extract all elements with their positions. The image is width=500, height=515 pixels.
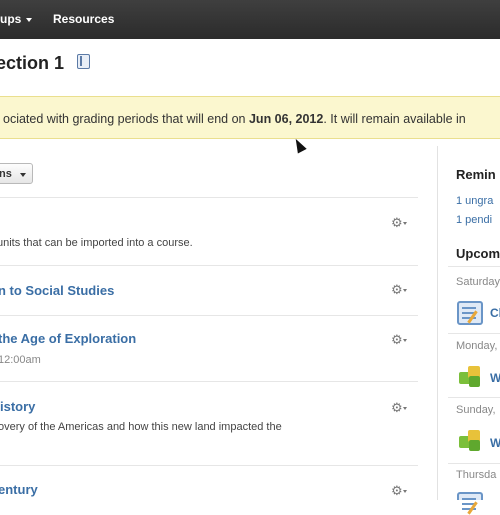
reminder-link[interactable]: 1 ungra [456,195,493,207]
grading-period-notice: ociated with grading periods that will e… [0,96,500,139]
notice-prefix: ociated with grading periods that will e… [3,112,249,126]
calendar-icon[interactable] [457,301,483,325]
calendar-icon[interactable] [457,492,483,500]
gear-icon[interactable]: ⚙ [391,217,409,229]
reminder-link[interactable]: 1 pendi [456,214,492,226]
upcoming-item-link[interactable]: W [490,436,500,450]
row-divider [0,315,418,316]
sidebar-divider [448,397,500,398]
row-divider [0,465,418,466]
options-dropdown-button[interactable]: ns [0,163,33,184]
chevron-down-icon [20,173,26,177]
gear-icon[interactable]: ⚙ [391,402,409,414]
reminders-heading: Remin [456,167,496,182]
row-divider [0,197,418,198]
notice-text: ociated with grading periods that will e… [3,112,466,126]
upcoming-item-link[interactable]: W [490,371,500,385]
item-title-link[interactable]: n to Social Studies [0,283,114,298]
notice-suffix: . It will remain available in [323,112,465,126]
puzzle-icon[interactable] [457,428,483,454]
upcoming-day-label: Thursda [456,469,496,481]
item-title-link[interactable]: entury [0,482,38,497]
item-description: overy of the Americas and how this new l… [0,421,282,433]
gear-icon[interactable]: ⚙ [391,284,409,296]
row-divider [0,265,418,266]
page-title: ection 1 [0,53,64,74]
column-divider [437,146,438,500]
nav-groups-menu[interactable]: ups [0,12,32,26]
item-title-link[interactable]: istory [0,399,35,414]
sidebar-divider [448,333,500,334]
puzzle-icon[interactable] [457,364,483,390]
item-due-time: 12:00am [0,354,41,366]
gear-icon[interactable]: ⚙ [391,485,409,497]
upcoming-day-label: Monday, [456,340,497,352]
top-navigation-bar: ups Resources [0,0,500,39]
upcoming-heading: Upcom [456,246,500,261]
options-button-label: ns [0,168,12,180]
item-description: units that can be imported into a course… [0,237,193,249]
sidebar-divider [448,463,500,464]
upcoming-day-label: Sunday, [456,404,496,416]
item-title-link[interactable]: the Age of Exploration [0,331,136,346]
sidebar-divider [448,266,500,267]
row-divider [0,381,418,382]
chevron-down-icon [26,18,32,22]
nav-resources-link[interactable]: Resources [53,12,114,26]
nav-groups-label: ups [0,12,21,26]
gear-icon[interactable]: ⚙ [391,334,409,346]
book-icon[interactable] [77,54,90,69]
notice-date: Jun 06, 2012 [249,112,323,126]
mouse-cursor-icon [291,136,306,153]
upcoming-day-label: Saturday [456,276,500,288]
upcoming-item-link[interactable]: Cl [490,306,500,320]
